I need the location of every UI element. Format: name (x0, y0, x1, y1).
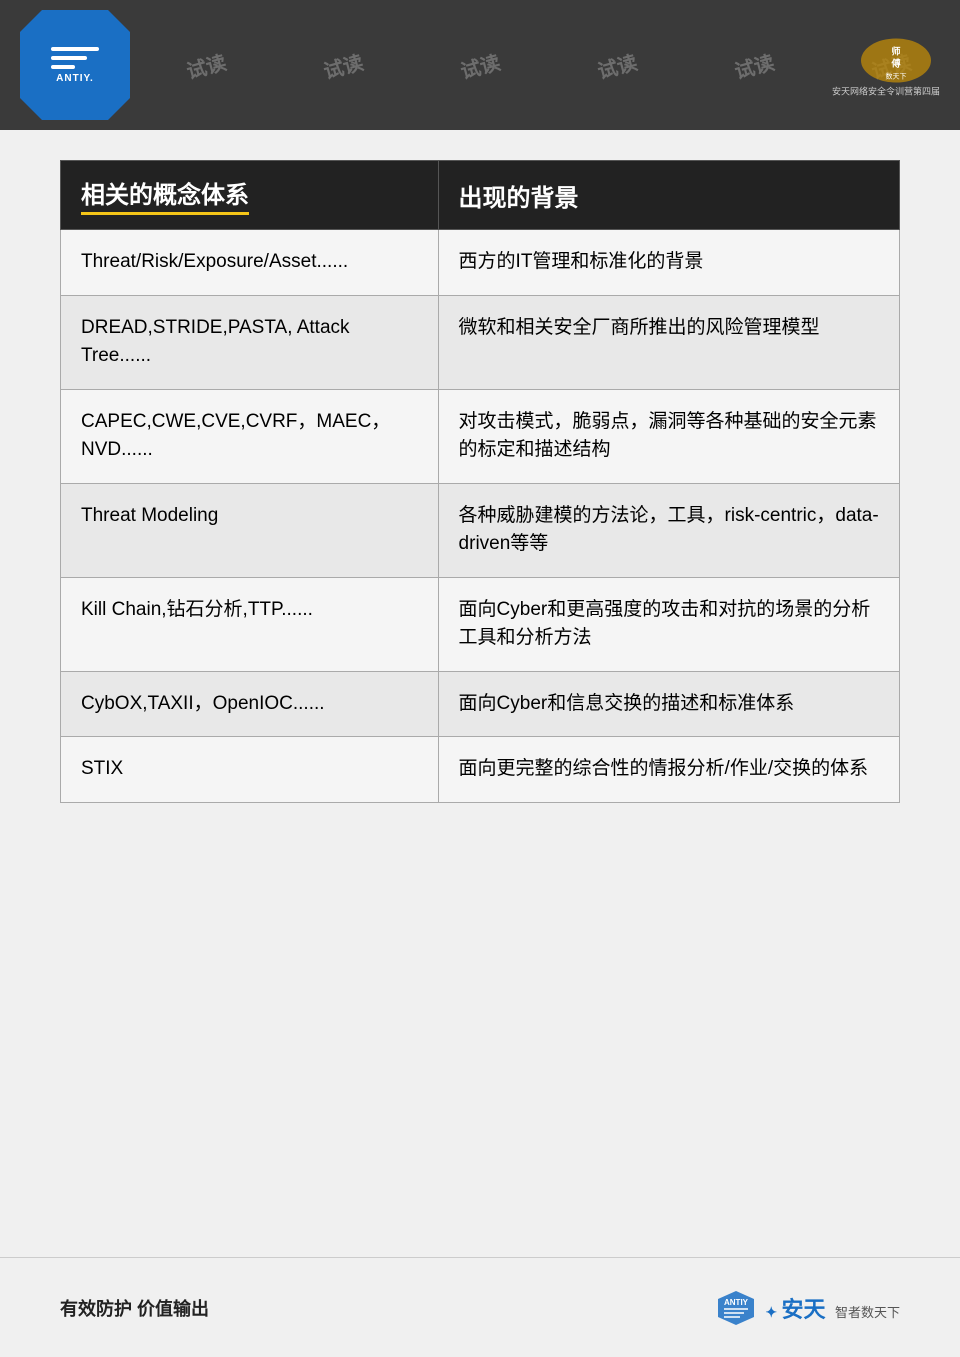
antiy-logo: ANTIY. (20, 10, 130, 120)
logo-line-1 (51, 47, 99, 51)
header-wm-6: 试读 (731, 46, 777, 84)
right-logo-icon: 师 傅 数天下 (856, 33, 916, 83)
footer-right: ANTIY ✦ 安天 智者数天下 (714, 1289, 900, 1327)
header: 试读 试读 试读 试读 试读 试读 试读 ANTIY. 师 傅 数天下 安天网络… (0, 0, 960, 130)
footer-logo-badge: ANTIY ✦ 安天 智者数天下 (714, 1289, 900, 1327)
header-right-logo: 师 傅 数天下 安天网络安全令训营第四届 (832, 33, 940, 98)
footer-brand-sub: 智者数天下 (835, 1305, 900, 1320)
main-content: 相关的概念体系 出现的背景 Threat/Risk/Exposure/Asset… (60, 160, 900, 1237)
footer: 有效防护 价值输出 ANTIY ✦ 安天 智者数天下 (0, 1257, 960, 1357)
table-cell-background: 面向Cyber和信息交换的描述和标准体系 (438, 671, 899, 737)
table-cell-concept: Threat Modeling (61, 483, 439, 577)
header-wm-2: 试读 (183, 46, 229, 84)
table-row: STIX面向更完整的综合性的情报分析/作业/交换的体系 (61, 737, 900, 803)
table-row: CAPEC,CWE,CVE,CVRF，MAEC，NVD......对攻击模式，脆… (61, 389, 900, 483)
col2-header-text: 出现的背景 (459, 185, 579, 212)
col2-header: 出现的背景 (438, 161, 899, 230)
table-cell-background: 对攻击模式，脆弱点，漏洞等各种基础的安全元素的标定和描述结构 (438, 389, 899, 483)
table-cell-concept: DREAD,STRIDE,PASTA, Attack Tree...... (61, 295, 439, 389)
svg-text:师: 师 (891, 46, 900, 57)
table-cell-concept: STIX (61, 737, 439, 803)
table-row: CybOX,TAXII，OpenIOC......面向Cyber和信息交换的描述… (61, 671, 900, 737)
logo-text: ANTIY. (56, 73, 94, 84)
table-row: DREAD,STRIDE,PASTA, Attack Tree......微软和… (61, 295, 900, 389)
logo-line-2 (51, 56, 87, 60)
table-row: Threat Modeling各种威胁建模的方法论，工具，risk-centri… (61, 483, 900, 577)
table-cell-concept: CAPEC,CWE,CVE,CVRF，MAEC，NVD...... (61, 389, 439, 483)
header-wm-4: 试读 (457, 46, 503, 84)
logo-line-3 (51, 65, 75, 69)
header-watermarks: 试读 试读 试读 试读 试读 试读 试读 (0, 0, 960, 130)
table-cell-concept: Threat/Risk/Exposure/Asset...... (61, 230, 439, 296)
content-table: 相关的概念体系 出现的背景 Threat/Risk/Exposure/Asset… (60, 160, 900, 803)
header-wm-5: 试读 (594, 46, 640, 84)
table-row: Threat/Risk/Exposure/Asset......西方的IT管理和… (61, 230, 900, 296)
svg-text:傅: 傅 (890, 58, 900, 69)
footer-left-text: 有效防护 价值输出 (60, 1295, 209, 1321)
col1-header-text: 相关的概念体系 (81, 175, 249, 215)
footer-brand-name: 安天 (782, 1297, 826, 1322)
table-cell-concept: CybOX,TAXII，OpenIOC...... (61, 671, 439, 737)
svg-text:ANTIY: ANTIY (724, 1298, 749, 1307)
svg-text:数天下: 数天下 (885, 72, 906, 81)
header-wm-3: 试读 (320, 46, 366, 84)
table-cell-background: 各种威胁建模的方法论，工具，risk-centric，data-driven等等 (438, 483, 899, 577)
logo-lines (51, 47, 99, 69)
table-row: Kill Chain,钻石分析,TTP......面向Cyber和更高强度的攻击… (61, 577, 900, 671)
table-cell-concept: Kill Chain,钻石分析,TTP...... (61, 577, 439, 671)
footer-brand-block: ✦ 安天 智者数天下 (765, 1292, 900, 1324)
table-cell-background: 面向Cyber和更高强度的攻击和对抗的场景的分析工具和分析方法 (438, 577, 899, 671)
table-cell-background: 面向更完整的综合性的情报分析/作业/交换的体系 (438, 737, 899, 803)
col1-header: 相关的概念体系 (61, 161, 439, 230)
table-cell-background: 西方的IT管理和标准化的背景 (438, 230, 899, 296)
table-cell-background: 微软和相关安全厂商所推出的风险管理模型 (438, 295, 899, 389)
